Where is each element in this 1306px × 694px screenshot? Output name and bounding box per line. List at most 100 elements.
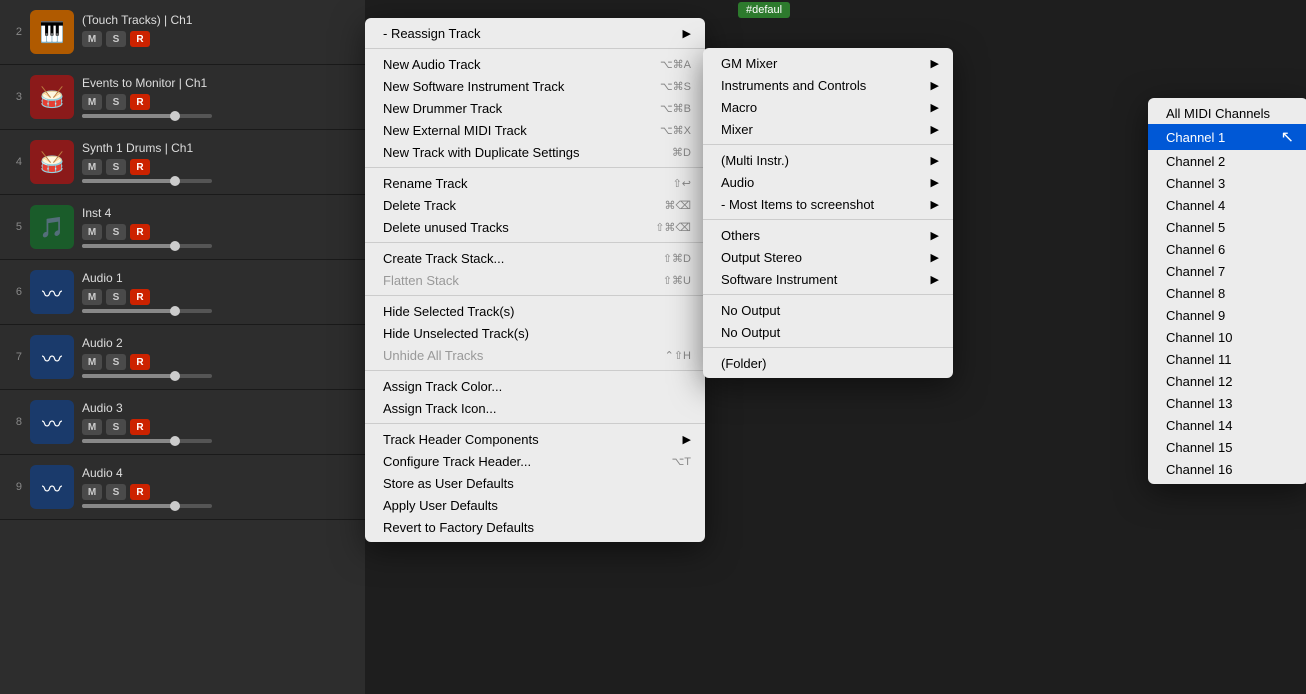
- track-icon: 〰: [30, 400, 74, 444]
- menu-item-gm-mixer[interactable]: GM Mixer ▶: [703, 52, 953, 74]
- track-buttons: M S R: [82, 224, 357, 240]
- record-button[interactable]: R: [130, 224, 150, 240]
- menu-item-channel-11[interactable]: Channel 11: [1148, 348, 1306, 370]
- menu-item-hide-unselected[interactable]: Hide Unselected Track(s): [365, 322, 705, 344]
- menu-item-unhide-all[interactable]: Unhide All Tracks ⌃⇧H: [365, 344, 705, 366]
- menu-item-revert-factory-defaults[interactable]: Revert to Factory Defaults: [365, 516, 705, 538]
- mute-button[interactable]: M: [82, 419, 102, 435]
- mute-button[interactable]: M: [82, 484, 102, 500]
- menu-item-macro[interactable]: Macro ▶: [703, 96, 953, 118]
- menu-item-channel-2[interactable]: Channel 2: [1148, 150, 1306, 172]
- mute-button[interactable]: M: [82, 354, 102, 370]
- menu-separator: [365, 167, 705, 168]
- menu-item-output-stereo[interactable]: Output Stereo ▶: [703, 246, 953, 268]
- menu-item-channel-8[interactable]: Channel 8: [1148, 282, 1306, 304]
- track-slider[interactable]: [82, 309, 212, 313]
- menu-item-channel-16[interactable]: Channel 16: [1148, 458, 1306, 480]
- mute-button[interactable]: M: [82, 94, 102, 110]
- menu-item-label: Channel 16: [1166, 462, 1233, 477]
- solo-button[interactable]: S: [106, 159, 126, 175]
- menu-item-folder[interactable]: (Folder): [703, 352, 953, 374]
- menu-item-label: Delete Track: [383, 198, 456, 213]
- menu-item-flatten-stack[interactable]: Flatten Stack ⇧⌘U: [365, 269, 705, 291]
- menu-item-channel-7[interactable]: Channel 7: [1148, 260, 1306, 282]
- menu-item-channel-1[interactable]: Channel 1 ↖: [1148, 124, 1306, 150]
- solo-button[interactable]: S: [106, 484, 126, 500]
- menu-item-label: Create Track Stack...: [383, 251, 504, 266]
- solo-button[interactable]: S: [106, 94, 126, 110]
- menu-item-mixer[interactable]: Mixer ▶: [703, 118, 953, 140]
- menu-item-new-audio-track[interactable]: New Audio Track ⌥⌘A: [365, 53, 705, 75]
- menu-item-rename-track[interactable]: Rename Track ⇧↩: [365, 172, 705, 194]
- menu-item-apply-user-defaults[interactable]: Apply User Defaults: [365, 494, 705, 516]
- track-slider[interactable]: [82, 439, 212, 443]
- menu-shortcut: ⌥T: [672, 455, 691, 468]
- track-slider[interactable]: [82, 374, 212, 378]
- menu-item-no-output-2[interactable]: No Output: [703, 321, 953, 343]
- track-name: Audio 2: [82, 336, 357, 350]
- menu-item-others[interactable]: Others ▶: [703, 224, 953, 246]
- menu-item-channel-13[interactable]: Channel 13: [1148, 392, 1306, 414]
- menu-item-assign-track-icon[interactable]: Assign Track Icon...: [365, 397, 705, 419]
- menu-item-channel-3[interactable]: Channel 3: [1148, 172, 1306, 194]
- submenu-arrow-icon: ▶: [931, 123, 939, 136]
- menu-item-new-software-instrument-track[interactable]: New Software Instrument Track ⌥⌘S: [365, 75, 705, 97]
- menu-item-new-drummer-track[interactable]: New Drummer Track ⌥⌘B: [365, 97, 705, 119]
- menu-item-audio[interactable]: Audio ▶: [703, 171, 953, 193]
- record-button[interactable]: R: [130, 484, 150, 500]
- menu-item-channel-10[interactable]: Channel 10: [1148, 326, 1306, 348]
- menu-item-channel-6[interactable]: Channel 6: [1148, 238, 1306, 260]
- menu-item-delete-unused-tracks[interactable]: Delete unused Tracks ⇧⌘⌫: [365, 216, 705, 238]
- submenu-arrow-icon: ▶: [931, 79, 939, 92]
- record-button[interactable]: R: [130, 354, 150, 370]
- solo-button[interactable]: S: [106, 224, 126, 240]
- menu-item-label: Channel 11: [1166, 352, 1232, 367]
- menu-item-channel-4[interactable]: Channel 4: [1148, 194, 1306, 216]
- menu-item-channel-14[interactable]: Channel 14: [1148, 414, 1306, 436]
- menu-item-channel-12[interactable]: Channel 12: [1148, 370, 1306, 392]
- menu-item-label: Configure Track Header...: [383, 454, 531, 469]
- solo-button[interactable]: S: [106, 354, 126, 370]
- menu-item-store-user-defaults[interactable]: Store as User Defaults: [365, 472, 705, 494]
- menu-item-label: Assign Track Color...: [383, 379, 502, 394]
- menu-item-reassign-track[interactable]: - Reassign Track ▶: [365, 22, 705, 44]
- menu-item-delete-track[interactable]: Delete Track ⌘⌫: [365, 194, 705, 216]
- menu-item-create-track-stack[interactable]: Create Track Stack... ⇧⌘D: [365, 247, 705, 269]
- mute-button[interactable]: M: [82, 31, 102, 47]
- menu-item-channel-15[interactable]: Channel 15: [1148, 436, 1306, 458]
- solo-button[interactable]: S: [106, 419, 126, 435]
- menu-item-channel-5[interactable]: Channel 5: [1148, 216, 1306, 238]
- menu-item-most-items[interactable]: - Most Items to screenshot ▶: [703, 193, 953, 215]
- menu-shortcut: ⌥⌘X: [660, 124, 691, 137]
- menu-item-all-midi-channels[interactable]: All MIDI Channels: [1148, 102, 1306, 124]
- mute-button[interactable]: M: [82, 159, 102, 175]
- menu-item-channel-9[interactable]: Channel 9: [1148, 304, 1306, 326]
- menu-item-label: Channel 8: [1166, 286, 1225, 301]
- record-button[interactable]: R: [130, 289, 150, 305]
- menu-separator: [703, 294, 953, 295]
- mute-button[interactable]: M: [82, 289, 102, 305]
- track-slider[interactable]: [82, 179, 212, 183]
- menu-item-new-track-duplicate[interactable]: New Track with Duplicate Settings ⌘D: [365, 141, 705, 163]
- record-button[interactable]: R: [130, 159, 150, 175]
- menu-item-software-instrument[interactable]: Software Instrument ▶: [703, 268, 953, 290]
- menu-item-configure-track-header[interactable]: Configure Track Header... ⌥T: [365, 450, 705, 472]
- menu-item-new-external-midi-track[interactable]: New External MIDI Track ⌥⌘X: [365, 119, 705, 141]
- track-slider[interactable]: [82, 504, 212, 508]
- track-slider[interactable]: [82, 244, 212, 248]
- menu-item-label: Channel 10: [1166, 330, 1233, 345]
- solo-button[interactable]: S: [106, 31, 126, 47]
- solo-button[interactable]: S: [106, 289, 126, 305]
- track-slider[interactable]: [82, 114, 212, 118]
- menu-item-hide-selected[interactable]: Hide Selected Track(s): [365, 300, 705, 322]
- mute-button[interactable]: M: [82, 224, 102, 240]
- menu-item-instruments-and-controls[interactable]: Instruments and Controls ▶: [703, 74, 953, 96]
- record-button[interactable]: R: [130, 31, 150, 47]
- menu-item-assign-track-color[interactable]: Assign Track Color...: [365, 375, 705, 397]
- menu-item-multi-instr[interactable]: (Multi Instr.) ▶: [703, 149, 953, 171]
- menu-item-track-header-components[interactable]: Track Header Components ▶: [365, 428, 705, 450]
- record-button[interactable]: R: [130, 419, 150, 435]
- record-button[interactable]: R: [130, 94, 150, 110]
- menu-item-no-output-1[interactable]: No Output: [703, 299, 953, 321]
- menu-item-label: Channel 6: [1166, 242, 1225, 257]
